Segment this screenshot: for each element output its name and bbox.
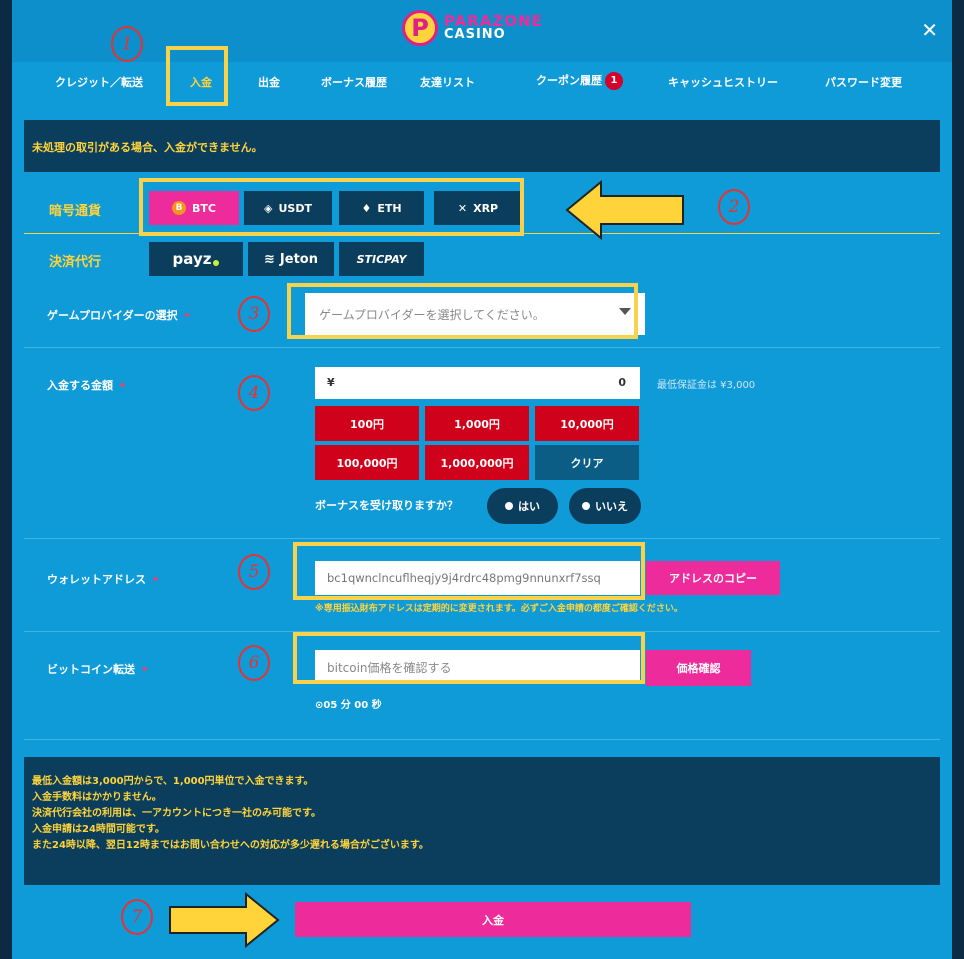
info-line: 入金申請は24時間可能です。 [32, 824, 165, 835]
highlight-bitcoin-field [293, 632, 645, 684]
tab-bar: クレジット／転送 入金 出金 ボーナス履歴 友達リスト クーポン履歴 1 キャッシ… [12, 62, 952, 102]
divider [24, 538, 940, 539]
amount-1000-button[interactable]: 1,000円 [425, 406, 529, 441]
sticpay-button[interactable]: STICPAY [339, 242, 424, 276]
annotation-1: 1 [111, 26, 143, 62]
bitcoin-label: ビットコイン転送 • [47, 661, 148, 677]
wallet-label-text: ウォレットアドレス [47, 573, 146, 586]
left-arrow-icon [565, 180, 684, 240]
required-mark: • [141, 663, 149, 676]
annotation-2: 2 [718, 189, 750, 225]
right-arrow-icon [169, 892, 280, 948]
parazone-logo: P PARAZONE CASINO [402, 10, 543, 46]
highlight-provider-select [287, 283, 638, 339]
wallet-label: ウォレットアドレス • [47, 571, 159, 587]
timer-text: 05 分 00 秒 [323, 700, 382, 711]
amount-10000-button[interactable]: 10,000円 [535, 406, 639, 441]
info-line: 入金手数料はかかりません。 [32, 792, 162, 803]
bonus-no-label: いいえ [595, 500, 628, 513]
copy-address-button[interactable]: アドレスのコピー [646, 561, 780, 595]
tab-password-change[interactable]: パスワード変更 [825, 74, 902, 90]
price-check-button[interactable]: 価格確認 [646, 650, 751, 686]
radio-dot-icon [505, 502, 513, 510]
deposit-submit-button[interactable]: 入金 [295, 902, 691, 937]
divider [24, 347, 940, 348]
provider-label: ゲームプロバイダーの選択 • [47, 307, 191, 323]
payz-button[interactable]: payz [149, 242, 243, 276]
deposit-info-box: 最低入金額は3,000円からで、1,000円単位で入金できます。 入金手数料はか… [24, 757, 940, 885]
tab-bonus-history[interactable]: ボーナス履歴 [321, 74, 387, 90]
crypto-label: 暗号通貨 [49, 204, 102, 219]
jeton-icon: ≋ [264, 251, 275, 267]
amount-label: 入金する金額 • [47, 377, 126, 393]
modal-header: P PARAZONE CASINO ✕ [12, 0, 952, 62]
highlight-crypto-row [139, 178, 524, 236]
amount-label-text: 入金する金額 [47, 379, 113, 392]
bonus-yes-radio[interactable]: はい [487, 488, 558, 524]
annotation-3: 3 [238, 296, 270, 332]
annotation-5: 5 [238, 554, 270, 590]
amount-100000-button[interactable]: 100,000円 [315, 445, 419, 480]
annotation-4: 4 [238, 375, 270, 411]
wallet-note: ※専用振込財布アドレスは定期的に変更されます。必ずご入金申請の都度ご確認ください… [315, 604, 683, 614]
countdown-timer: ⊙05 分 00 秒 [315, 696, 382, 711]
required-mark: • [119, 379, 127, 392]
annotation-6: 6 [238, 645, 270, 681]
required-mark: • [152, 573, 160, 586]
payz-dot-icon [213, 260, 220, 266]
divider [24, 739, 940, 740]
amount-value: 0 [618, 376, 626, 389]
amount-input[interactable]: ¥ 0 [315, 367, 640, 399]
bonus-question: ボーナスを受け取りますか？ [315, 499, 458, 512]
highlight-wallet-field [293, 542, 645, 600]
tab-withdraw[interactable]: 出金 [258, 74, 280, 90]
highlight-deposit-tab [166, 46, 228, 106]
required-mark: • [183, 309, 191, 322]
tab-coupon-label: クーポン履歴 [536, 74, 602, 87]
amount-100-button[interactable]: 100円 [315, 406, 419, 441]
info-line: 最低入金額は3,000円からで、1,000円単位で入金できます。 [32, 776, 314, 787]
tab-coupon-history[interactable]: クーポン履歴 1 [536, 72, 623, 90]
currency-symbol: ¥ [327, 376, 335, 389]
jeton-label: Jeton [279, 251, 318, 267]
minimum-deposit-note: 最低保証金は ¥3,000 [657, 380, 756, 391]
payment-agent-label: 決済代行 [49, 255, 102, 270]
provider-label-text: ゲームプロバイダーの選択 [47, 309, 178, 322]
tab-cash-history[interactable]: キャッシュヒストリー [668, 74, 778, 90]
coupon-count-badge: 1 [605, 72, 623, 90]
pending-transaction-notice: 未処理の取引がある場合、入金ができません。 [24, 120, 940, 172]
amount-clear-button[interactable]: クリア [535, 445, 639, 480]
tab-credit-transfer[interactable]: クレジット／転送 [55, 74, 143, 90]
deposit-modal: P PARAZONE CASINO ✕ クレジット／転送 入金 出金 ボーナス履… [12, 0, 952, 959]
bitcoin-label-text: ビットコイン転送 [47, 663, 135, 676]
payz-label: payz [172, 250, 212, 268]
amount-1000000-button[interactable]: 1,000,000円 [425, 445, 529, 480]
bonus-yes-label: はい [518, 500, 540, 513]
info-line: 決済代行会社の利用は、一アカウントにつき一社のみ可能です。 [32, 808, 321, 819]
info-line: また24時以降、翌日12時まではお問い合わせへの対応が多少遅れる場合がございます… [32, 840, 429, 851]
jeton-button[interactable]: ≋ Jeton [248, 242, 334, 276]
annotation-7: 7 [121, 899, 153, 935]
radio-dot-icon [582, 502, 590, 510]
bonus-no-radio[interactable]: いいえ [569, 488, 641, 524]
logo-mark-icon: P [402, 10, 438, 46]
close-icon[interactable]: ✕ [921, 18, 938, 42]
tab-friend-list[interactable]: 友達リスト [420, 74, 475, 90]
